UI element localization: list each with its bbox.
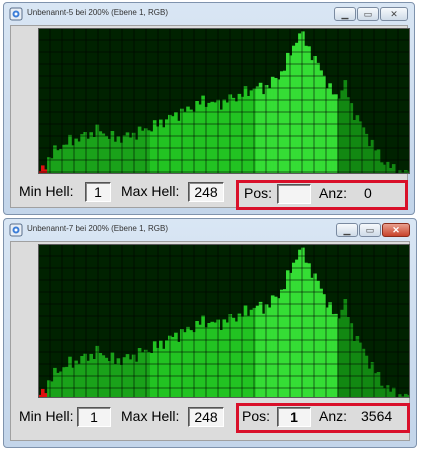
count-label: Anz: [319,408,348,424]
histogram-graph [38,244,410,398]
histogram-display[interactable] [38,244,410,398]
histogram-window-1: Unbenannt-5 bei 200% (Ebene 1, RGB) ▁ ▭ … [3,2,415,215]
histogram-panel: Min Hell: 1 Max Hell: 248 Pos: 1 Anz: 35… [10,241,410,441]
min-brightness-label: Min Hell: [19,183,74,199]
minimize-icon: ▁ [343,224,351,235]
position-value: 1 [277,407,311,427]
count-value: 0 [364,185,372,201]
position-label: Pos: [242,408,271,424]
histogram-graph [38,28,410,174]
histogram-panel: Min Hell: 1 Max Hell: 248 Pos: Anz: 0 [10,25,410,210]
title-bar[interactable]: Unbenannt-5 bei 200% (Ebene 1, RGB) ▁ ▭ … [4,3,414,25]
position-value [277,184,311,204]
max-brightness-value: 248 [188,407,224,427]
maximize-button[interactable]: ▭ [359,223,381,237]
count-value: 3564 [361,408,393,424]
minimize-icon: ▁ [341,8,349,19]
close-button[interactable]: ✕ [380,7,408,21]
minimize-button[interactable]: ▁ [336,223,358,237]
window-title: Unbenannt-5 bei 200% (Ebene 1, RGB) [27,8,168,17]
minimize-button[interactable]: ▁ [334,7,356,21]
max-brightness-label: Max Hell: [121,183,180,199]
count-label: Anz: [319,185,348,201]
maximize-icon: ▭ [363,8,373,19]
min-brightness-label: Min Hell: [19,408,74,424]
histogram-bars [38,31,410,174]
max-brightness-label: Max Hell: [121,408,180,424]
min-brightness-value: 1 [77,407,111,427]
position-label: Pos: [244,185,273,201]
max-brightness-value: 248 [188,182,224,202]
maximize-icon: ▭ [365,224,375,235]
close-icon: ✕ [390,8,398,19]
app-icon[interactable] [9,223,23,237]
maximize-button[interactable]: ▭ [357,7,379,21]
histogram-display[interactable] [38,28,410,174]
window-title: Unbenannt-7 bei 200% (Ebene 1, RGB) [27,224,168,233]
close-icon: ✕ [392,224,400,235]
app-icon[interactable] [9,7,23,21]
close-button[interactable]: ✕ [382,223,410,237]
histogram-window-2: Unbenannt-7 bei 200% (Ebene 1, RGB) ▁ ▭ … [3,218,417,448]
min-brightness-value: 1 [85,182,111,202]
histogram-bars [38,247,410,398]
title-bar[interactable]: Unbenannt-7 bei 200% (Ebene 1, RGB) ▁ ▭ … [4,219,416,241]
